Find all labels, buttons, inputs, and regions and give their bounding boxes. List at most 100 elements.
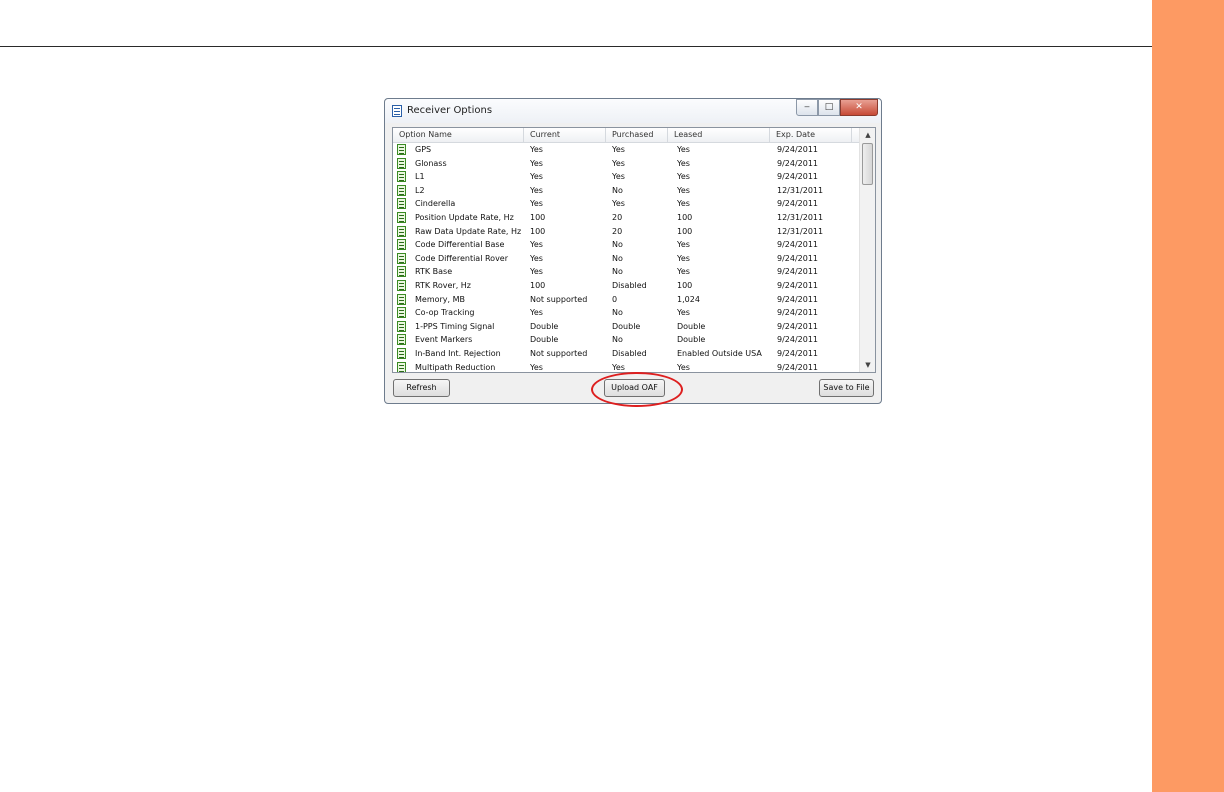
table-row[interactable]: 1-PPS Timing Signal Double Double Double 9/2… [393, 320, 861, 333]
purchased-value-cell: Double [612, 321, 641, 331]
table-row[interactable]: Position Update Rate, Hz 100 20 100 12/31/20… [393, 211, 861, 224]
exp-date-cell: 9/24/2011 [777, 294, 819, 304]
option-name-cell: Code Differential Base [415, 240, 505, 250]
app-list-icon [392, 105, 402, 117]
column-header-option-name[interactable]: Option Name [393, 128, 524, 142]
exp-date-cell: 9/24/2011 [777, 321, 819, 331]
table-row[interactable]: RTK Base Yes No Yes 9/24/2011 [393, 265, 861, 278]
option-name-cell: Raw Data Update Rate, Hz [415, 226, 522, 236]
page-divider [0, 46, 1152, 47]
purchased-value-cell: Yes [612, 199, 625, 209]
scroll-down-arrow-icon[interactable]: ▼ [860, 358, 875, 372]
current-value-cell: Yes [530, 172, 543, 182]
option-doc-icon [397, 280, 406, 291]
vertical-scrollbar[interactable]: ▲ ▼ [859, 128, 875, 372]
purchased-value-cell: No [612, 335, 623, 345]
purchased-value-cell: Yes [612, 172, 625, 182]
minimize-button[interactable]: ‒ [796, 99, 818, 116]
exp-date-cell: 12/31/2011 [777, 213, 824, 222]
scroll-thumb[interactable] [862, 143, 873, 185]
option-name-cell: L1 [415, 172, 425, 182]
leased-value-cell: Yes [677, 308, 690, 318]
exp-date-cell: 9/24/2011 [777, 240, 819, 250]
current-value-cell: Yes [530, 240, 543, 250]
column-header-purchased[interactable]: Purchased [606, 128, 668, 142]
column-header-leased[interactable]: Leased [668, 128, 770, 142]
option-doc-icon [397, 361, 406, 372]
purchased-value-cell: No [612, 308, 623, 318]
exp-date-cell: 9/24/2011 [777, 172, 819, 182]
leased-value-cell: 100 [677, 213, 693, 222]
purchased-value-cell: No [612, 240, 623, 250]
maximize-button[interactable]: □ [818, 99, 840, 116]
option-name-cell: Code Differential Rover [415, 253, 509, 263]
option-name-cell: Position Update Rate, Hz [415, 213, 514, 222]
table-row[interactable]: Memory, MB Not supported 0 1,024 9/24/2011 [393, 293, 861, 306]
purchased-value-cell: Yes [612, 145, 625, 154]
column-header-current[interactable]: Current [524, 128, 606, 142]
list-header: Option Name Current Purchased Leased Exp… [393, 128, 861, 143]
leased-value-cell: Yes [677, 158, 690, 168]
purchased-value-cell: No [612, 185, 623, 195]
leased-value-cell: Yes [677, 185, 690, 195]
current-value-cell: Yes [530, 158, 543, 168]
current-value-cell: Not supported [530, 349, 588, 358]
column-header-exp-date[interactable]: Exp. Date [770, 128, 852, 142]
option-doc-icon [397, 198, 406, 210]
current-value-cell: Not supported [530, 294, 588, 304]
purchased-value-cell: Disabled [612, 349, 647, 358]
leased-value-cell: Yes [677, 240, 690, 250]
save-to-file-button[interactable]: Save to File [819, 379, 874, 397]
option-name-cell: 1-PPS Timing Signal [415, 321, 495, 331]
table-row[interactable]: Cinderella Yes Yes Yes 9/24/2011 [393, 197, 861, 210]
option-doc-icon [397, 293, 406, 305]
table-row[interactable]: Raw Data Update Rate, Hz 100 20 100 12/31/20… [393, 225, 861, 238]
purchased-value-cell: No [612, 253, 623, 263]
exp-date-cell: 9/24/2011 [777, 308, 819, 318]
table-row[interactable]: L2 Yes No Yes 12/31/2011 [393, 184, 861, 197]
table-row[interactable]: Glonass Yes Yes Yes 9/24/2011 [393, 157, 861, 170]
current-value-cell: Yes [530, 253, 543, 263]
refresh-button[interactable]: Refresh [393, 379, 450, 397]
table-row[interactable]: In-Band Int. Rejection Not supported Disab… [393, 347, 861, 360]
purchased-value-cell: 0 [612, 294, 618, 304]
option-doc-icon [397, 225, 406, 237]
current-value-cell: Double [530, 321, 559, 331]
exp-date-cell: 9/24/2011 [777, 267, 819, 277]
close-button[interactable]: ✕ [840, 99, 878, 116]
option-doc-icon [397, 348, 406, 359]
current-value-cell: Yes [530, 267, 543, 277]
window-title: Receiver Options [407, 105, 493, 116]
table-row[interactable]: Multipath Reduction Yes Yes Yes 9/24/2011 [393, 361, 861, 372]
table-row[interactable]: RTK Rover, Hz 100 Disabled 100 9/24/2011 [393, 279, 861, 292]
option-name-cell: GPS [415, 145, 432, 154]
table-row[interactable]: L1 Yes Yes Yes 9/24/2011 [393, 170, 861, 183]
current-value-cell: Double [530, 335, 559, 345]
scroll-up-arrow-icon[interactable]: ▲ [860, 128, 875, 142]
leased-value-cell: Enabled Outside USA [677, 349, 762, 358]
table-row[interactable]: Co-op Tracking Yes No Yes 9/24/2011 [393, 306, 861, 319]
exp-date-cell: 9/24/2011 [777, 281, 819, 290]
leased-value-cell: Double [677, 335, 706, 345]
title-bar[interactable]: Receiver Options ‒ □ ✕ [385, 99, 881, 123]
leased-value-cell: Yes [677, 362, 690, 372]
table-row[interactable]: GPS Yes Yes Yes 9/24/2011 [393, 143, 861, 156]
options-list[interactable]: Option Name Current Purchased Leased Exp… [392, 127, 876, 373]
table-row[interactable]: Code Differential Base Yes No Yes 9/24/2011 [393, 238, 861, 251]
purchased-value-cell: 20 [612, 226, 623, 236]
option-doc-icon [397, 252, 406, 264]
table-row[interactable]: Event Markers Double No Double 9/24/2011 [393, 333, 861, 346]
option-name-cell: Co-op Tracking [415, 308, 475, 318]
exp-date-cell: 9/24/2011 [777, 199, 819, 209]
table-row[interactable]: Code Differential Rover Yes No Yes 9/24/2011 [393, 252, 861, 265]
option-doc-icon [397, 320, 406, 332]
leased-value-cell: Yes [677, 267, 690, 277]
purchased-value-cell: Disabled [612, 281, 647, 290]
leased-value-cell: Yes [677, 172, 690, 182]
option-doc-icon [397, 144, 406, 155]
option-doc-icon [397, 171, 406, 183]
option-doc-icon [397, 184, 406, 196]
option-doc-icon [397, 307, 406, 319]
exp-date-cell: 9/24/2011 [777, 362, 819, 372]
purchased-value-cell: No [612, 267, 623, 277]
